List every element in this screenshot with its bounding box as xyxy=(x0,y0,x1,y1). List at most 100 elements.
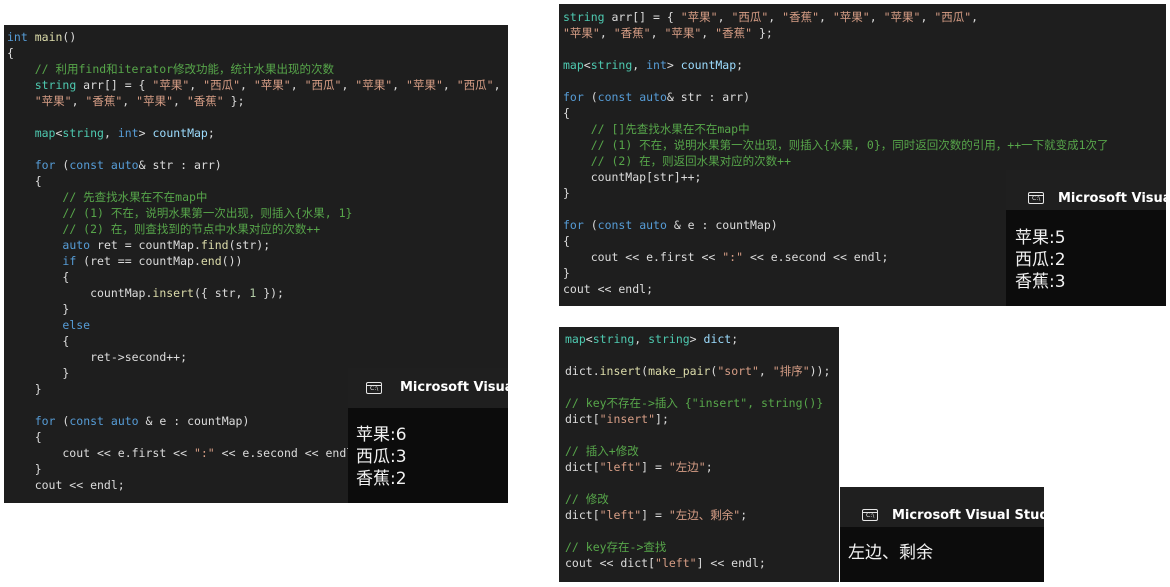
code-line: { xyxy=(7,173,501,189)
console-window-icon: C:\ xyxy=(1028,192,1044,204)
code-line: "苹果", "香蕉", "苹果", "香蕉" }; xyxy=(7,93,501,109)
console-window-icon: C:\ xyxy=(366,382,382,394)
console-output-line: 苹果:5 xyxy=(1015,228,1066,248)
code-line: { xyxy=(7,45,501,61)
code-token: > xyxy=(138,126,153,140)
code-editor-right-top[interactable]: string arr[] = { "苹果", "西瓜", "香蕉", "苹果",… xyxy=(559,4,1166,306)
code-token: countMap xyxy=(152,126,208,140)
code-token: "苹果" xyxy=(34,94,72,108)
code-line: // key存在->查找 xyxy=(565,539,830,555)
code-token: "苹果" xyxy=(152,78,190,92)
code-token: const xyxy=(597,218,633,232)
code-token: // 插入+修改 xyxy=(565,444,639,458)
console-window-icon: C:\ xyxy=(862,509,878,521)
code-line: int main() xyxy=(7,29,501,45)
code-line: if (ret == countMap.end()) xyxy=(7,253,501,269)
code-token: for xyxy=(563,90,584,104)
code-token: "苹果" xyxy=(136,94,173,108)
code-token: , xyxy=(869,10,884,24)
code-token: , xyxy=(819,10,833,24)
code-token: "苹果" xyxy=(883,10,921,24)
console-window-left[interactable]: C:\ Microsoft Visual 苹果:6 西瓜:3 香蕉:2 xyxy=(348,368,508,503)
code-token: "苹果" xyxy=(680,10,718,24)
console-output-line: 苹果:6 xyxy=(356,425,407,445)
code-editor-right-bottom[interactable]: map<string, string> dict; dict.insert(mak… xyxy=(559,327,839,582)
code-token: // key不存在->插入 {"insert", string()} xyxy=(565,396,824,410)
console-output: 苹果:5 西瓜:2 香蕉:3 xyxy=(1015,227,1066,293)
console-title-bar[interactable]: C:\ Microsoft Visual Studio xyxy=(840,487,1062,527)
code-token: , xyxy=(493,78,501,92)
code-line: // []先查找水果在不在map中 xyxy=(563,121,1109,137)
code-token: "左边" xyxy=(668,460,706,474)
code-token: const xyxy=(69,414,104,428)
code-token: // key存在->查找 xyxy=(565,540,667,554)
code-token: // (2) 在，则返回水果对应的次数++ xyxy=(590,154,792,168)
code-token: & str : arr) xyxy=(666,90,750,104)
code-token: "西瓜" xyxy=(934,10,972,24)
code-token: () xyxy=(62,30,77,44)
code-token: "苹果" xyxy=(406,78,443,92)
code-token: "苹果" xyxy=(253,78,291,92)
code-token: "排序" xyxy=(772,364,810,378)
console-title-bar[interactable]: C:\ Microsoft Visual xyxy=(348,368,508,408)
console-output: 左边、剩余 xyxy=(848,542,933,564)
code-line: string arr[] = { "苹果", "西瓜", "香蕉", "苹果",… xyxy=(563,9,1109,25)
code-token: string xyxy=(62,126,104,140)
code-token: ( xyxy=(55,414,70,428)
code-token: & e : countMap) xyxy=(138,414,250,428)
code-token: , xyxy=(768,10,783,24)
console-output-line: 西瓜:2 xyxy=(1015,250,1066,270)
code-token: ] = xyxy=(641,508,669,522)
code-token: , xyxy=(240,78,254,92)
code-token: , xyxy=(920,10,935,24)
code-token: end xyxy=(200,254,222,268)
code-line: for (const auto& str : arr) xyxy=(563,89,1109,105)
code-token: make_pair xyxy=(648,364,711,378)
code-token: , xyxy=(189,78,204,92)
code-token: , xyxy=(122,94,137,108)
code-token: cout << endl; xyxy=(563,282,654,296)
code-token: "香蕉" xyxy=(613,26,651,40)
console-output-line: 香蕉:2 xyxy=(356,469,407,489)
code-token: "insert" xyxy=(599,412,656,426)
code-token: ( xyxy=(583,90,598,104)
code-token: (ret == countMap. xyxy=(76,254,201,268)
console-output-line: 左边、剩余 xyxy=(848,543,933,563)
code-token: "苹果" xyxy=(664,26,702,40)
console-window-right-bottom[interactable]: C:\ Microsoft Visual Studio 左边、剩余 xyxy=(840,487,1062,582)
code-token: main xyxy=(34,30,63,44)
code-token: > xyxy=(666,58,681,72)
code-line: // 利用find和iterator修改功能，统计水果出现的次数 xyxy=(7,61,501,77)
code-token: find xyxy=(200,238,229,252)
code-token: { xyxy=(563,234,570,248)
code-token: , xyxy=(632,58,647,72)
code-token: ":" xyxy=(722,250,744,264)
code-token: "西瓜" xyxy=(731,10,769,24)
code-token: , xyxy=(971,10,979,24)
code-editor-left[interactable]: int main(){ // 利用find和iterator修改功能，统计水果出… xyxy=(4,25,508,503)
code-token: ( xyxy=(55,158,70,172)
console-title-bar[interactable]: C:\ Microsoft Visual xyxy=(1006,170,1166,210)
code-token: , xyxy=(103,126,118,140)
code-line: string arr[] = { "苹果", "西瓜", "苹果", "西瓜",… xyxy=(7,77,501,93)
code-token: // 先查找水果在不在map中 xyxy=(62,190,208,204)
code-token: "left" xyxy=(599,460,642,474)
code-token: , xyxy=(290,78,305,92)
code-token: } xyxy=(7,302,70,316)
console-output-line: 香蕉:3 xyxy=(1015,272,1066,292)
code-line: map<string, int> countMap; xyxy=(7,125,501,141)
code-token: "sort" xyxy=(717,364,759,378)
code-token: for xyxy=(34,158,56,172)
console-window-right-top[interactable]: C:\ Microsoft Visual 苹果:5 西瓜:2 香蕉:3 xyxy=(1006,170,1166,306)
code-line: { xyxy=(563,105,1109,121)
